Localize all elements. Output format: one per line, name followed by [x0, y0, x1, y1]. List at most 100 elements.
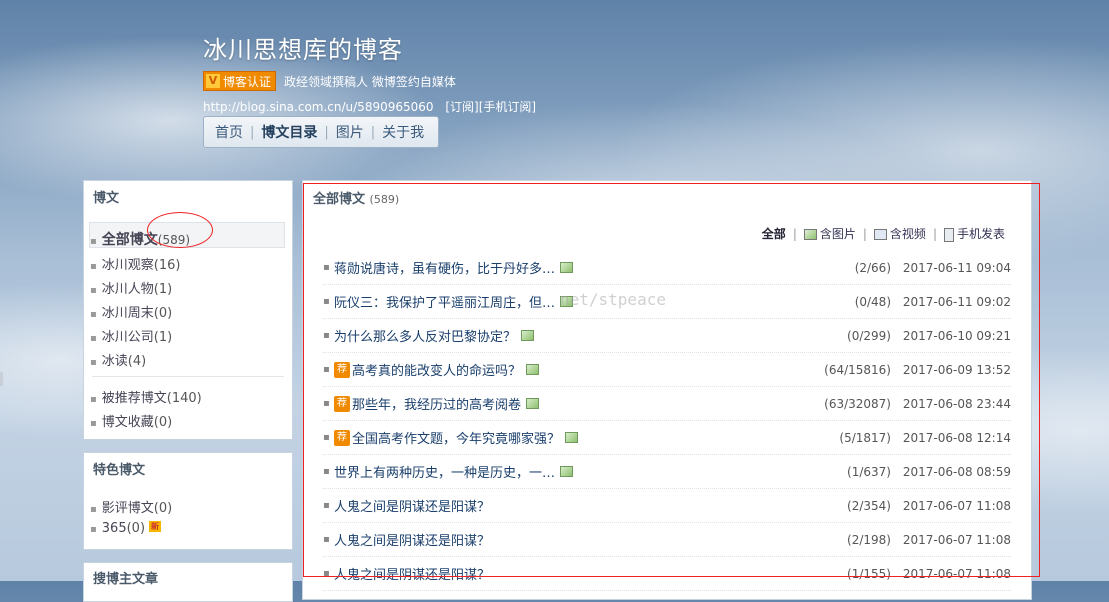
category-glacier-observation[interactable]: ▪ 冰川观察(16) — [90, 254, 180, 273]
category-all[interactable]: ▪ 全部博文(589) — [90, 229, 190, 249]
image-icon — [526, 398, 540, 409]
nav-pictures[interactable]: 图片 — [333, 122, 367, 142]
image-icon — [560, 466, 574, 477]
video-icon — [873, 229, 887, 240]
article-title-link[interactable]: 阮仪三：我保护了平遥丽江周庄，但… — [334, 292, 555, 311]
main-title: 全部博文 — [313, 192, 366, 207]
nav-about[interactable]: 关于我 — [379, 122, 427, 142]
article-title-link[interactable]: 全国高考作文题，今年究竟哪家强？ — [352, 428, 560, 447]
sidebar-search-title: 搜博主文章 — [93, 572, 159, 587]
article-row: ▪ 人鬼之间是阴谋还是阳谋？ (2/354) 2017-06-07 11:08 — [323, 489, 1011, 523]
article-stats: (0/48) — [854, 294, 891, 309]
main-title-row: 全部博文 (589) — [303, 181, 1031, 214]
filter-all[interactable]: 全部 — [762, 225, 786, 242]
article-title-link[interactable]: 高考真的能改变人的命运吗？ — [352, 360, 521, 379]
nav-separator: | — [250, 124, 255, 140]
article-time: 2017-06-07 11:08 — [902, 566, 1011, 581]
cert-description: 政经领域撰稿人 微博签约自媒体 — [284, 74, 456, 89]
article-title-link[interactable]: 为什么那么多人反对巴黎协定？ — [334, 326, 516, 345]
article-time: 2017-06-11 09:02 — [902, 294, 1011, 309]
article-time: 2017-06-07 11:08 — [902, 498, 1011, 513]
article-time: 2017-06-09 13:52 — [902, 362, 1011, 377]
nav-article-list[interactable]: 博文目录 — [258, 122, 320, 142]
sidebar-featured-title: 特色博文 — [93, 463, 146, 478]
main-count: (589) — [369, 193, 400, 206]
article-row: ▪ 世界上有两种历史，一种是历史，一… (1/637) 2017-06-08 08:5… — [323, 455, 1011, 489]
filter-with-images[interactable]: 含图片 — [803, 225, 856, 242]
image-icon — [526, 364, 540, 375]
article-row: ▪ 阮仪三：我保护了平遥丽江周庄，但… (0/48) 2017-06-11 09:02 — [323, 285, 1011, 319]
filter-mobile[interactable]: 手机发表 — [943, 225, 1005, 242]
row-bullet: ▪ — [323, 364, 330, 375]
row-bullet: ▪ — [323, 296, 330, 307]
article-stats: (1/637) — [847, 464, 891, 479]
article-row: ▪ 荐那些年，我经历过的高考阅卷 (63/32087) 2017-06-08 23:4… — [323, 387, 1011, 421]
row-bullet: ▪ — [323, 330, 330, 341]
row-bullet: ▪ — [323, 500, 330, 511]
verified-v-icon: V — [206, 74, 220, 88]
category-glacier-people[interactable]: ▪ 冰川人物(1) — [90, 278, 172, 297]
category-glacier-weekend[interactable]: ▪ 冰川周末(0) — [90, 302, 172, 321]
article-stats: (5/1817) — [839, 430, 891, 445]
article-time: 2017-06-08 08:59 — [902, 464, 1011, 479]
nav-separator: | — [370, 124, 376, 140]
row-bullet: ▪ — [323, 466, 330, 477]
article-stats: (1/155) — [847, 566, 891, 581]
article-title-link[interactable]: 蒋勋说唐诗，虽有硬伤，比于丹好多… — [334, 258, 555, 277]
article-stats: (63/32087) — [824, 396, 891, 411]
cert-badge-label: 博客认证 — [223, 74, 272, 89]
article-time: 2017-06-08 12:14 — [902, 430, 1011, 445]
blog-url[interactable]: http://blog.sina.com.cn/u/5890965060 — [203, 100, 434, 114]
row-bullet: ▪ — [323, 568, 330, 579]
nav-home[interactable]: 首页 — [212, 122, 246, 142]
article-row: ▪ 荐全国高考作文题，今年究竟哪家强？ (5/1817) 2017-06-08 12:… — [323, 421, 1011, 455]
sidebar-search-panel: 搜博主文章 — [83, 562, 293, 602]
posts-365-link[interactable]: ▪ 365(0) 新 — [90, 521, 162, 536]
row-bullet: ▪ — [323, 398, 330, 409]
article-time: 2017-06-08 23:44 — [902, 396, 1011, 411]
sidebar-featured-panel: 特色博文 ▪ 影评博文(0) ▪ 365(0) 新 — [83, 452, 293, 550]
article-row: ▪ 人鬼之间是阴谋还是阳谋？ (2/198) 2017-06-07 11:08 — [323, 523, 1011, 557]
filter-with-video[interactable]: 含视频 — [873, 225, 926, 242]
mobile-phone-icon — [943, 227, 954, 242]
article-title-link[interactable]: 人鬼之间是阴谋还是阳谋？ — [334, 496, 490, 515]
category-glacier-reading[interactable]: ▪ 冰读(4) — [90, 350, 146, 369]
nav-separator: | — [324, 124, 329, 140]
category-glacier-company[interactable]: ▪ 冰川公司(1) — [90, 326, 172, 345]
article-stats: (0/299) — [847, 328, 891, 343]
blog-title[interactable]: 冰川思想库的博客 — [203, 30, 536, 65]
article-row: ▪ 荐高考真的能改变人的命运吗？ (64/15816) 2017-06-09 13:5… — [323, 353, 1011, 387]
main-article-panel: 全部博文 (589) 全部 | 含图片 | 含视频 | 手机发表 ▪ 蒋勋说唐诗，… — [302, 180, 1032, 600]
new-icon: 新 — [149, 521, 162, 532]
article-title-link[interactable]: 那些年，我经历过的高考阅卷 — [352, 394, 521, 413]
picture-icon — [803, 229, 817, 240]
article-title-link[interactable]: 世界上有两种历史，一种是历史，一… — [334, 462, 555, 481]
blog-header: 冰川思想库的博客 V 博客认证 政经领域撰稿人 微博签约自媒体 http://b… — [203, 30, 536, 115]
article-stats: (64/15816) — [824, 362, 891, 377]
movie-review-posts-link[interactable]: ▪ 影评博文(0) — [90, 497, 172, 516]
article-list: ▪ 蒋勋说唐诗，虽有硬伤，比于丹好多… (2/66) 2017-06-11 09:04… — [323, 251, 1011, 591]
article-title-link[interactable]: 人鬼之间是阴谋还是阳谋？ — [334, 530, 490, 549]
article-filters: 全部 | 含图片 | 含视频 | 手机发表 — [761, 225, 1005, 242]
edge-artifact — [0, 372, 3, 386]
blog-url-row: http://blog.sina.com.cn/u/5890965060 [订阅… — [203, 98, 536, 115]
recommended-badge: 荐 — [334, 361, 350, 378]
article-title-link[interactable]: 人鬼之间是阴谋还是阳谋？ — [334, 564, 490, 583]
article-row: ▪ 为什么那么多人反对巴黎协定？ (0/299) 2017-06-10 09:21 — [323, 319, 1011, 353]
recommended-posts-link[interactable]: ▪ 被推荐博文(140) — [90, 387, 202, 406]
favorite-posts-link[interactable]: ▪ 博文收藏(0) — [90, 411, 172, 430]
cert-badge[interactable]: V 博客认证 — [203, 71, 277, 91]
article-time: 2017-06-10 09:21 — [902, 328, 1011, 343]
sidebar-divider — [92, 376, 284, 377]
article-stats: (2/198) — [847, 532, 891, 547]
article-stats: (2/66) — [854, 260, 891, 275]
article-row: ▪ 蒋勋说唐诗，虽有硬伤，比于丹好多… (2/66) 2017-06-11 09:04 — [323, 251, 1011, 285]
watermark-text: net/stpeace — [560, 290, 666, 309]
article-time: 2017-06-11 09:04 — [902, 260, 1011, 275]
image-icon — [560, 262, 574, 273]
subscribe-link[interactable]: [订阅] — [445, 100, 478, 114]
row-bullet: ▪ — [323, 432, 330, 443]
mobile-subscribe-link[interactable]: [手机订阅] — [479, 100, 536, 114]
recommended-badge: 荐 — [334, 429, 350, 446]
sidebar-posts-panel: 博文 ▪ 全部博文(589) ▪ 冰川观察(16) ▪ 冰川人物(1) ▪ 冰川周末(0… — [83, 180, 293, 440]
